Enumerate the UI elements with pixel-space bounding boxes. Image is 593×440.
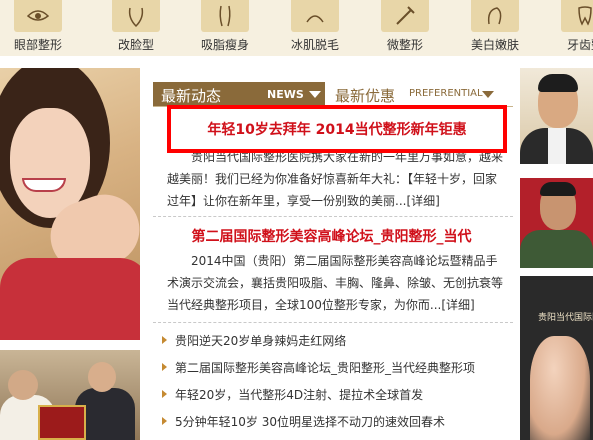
list-item[interactable]: 贵阳逆天20岁单身辣妈走红网络 bbox=[162, 332, 346, 349]
highlight-box: 年轻10岁去拜年 2014当代整形新年钜惠 bbox=[167, 105, 507, 153]
list-item-text: 第二届国际整形美容高峰论坛_贵阳整形_当代经典整形项 bbox=[175, 361, 476, 375]
chevron-down-icon bbox=[482, 91, 494, 98]
news-headline-link[interactable]: 年轻10岁去拜年 2014当代整形新年钜惠 bbox=[171, 119, 503, 139]
tab-promo-label: 最新优惠 bbox=[335, 87, 396, 105]
list-item-text: 5分钟年轻10岁 30位明星选择不动刀的速效回春术 bbox=[175, 415, 445, 429]
doctor-uniform bbox=[520, 230, 593, 268]
category-face[interactable]: 改脸型 bbox=[104, 0, 168, 56]
tooth-icon bbox=[561, 0, 593, 32]
skin-icon bbox=[471, 0, 519, 32]
category-label: 牙齿整 bbox=[566, 38, 593, 52]
photo-head-left bbox=[8, 370, 38, 400]
list-item[interactable]: 5分钟年轻10岁 30位明星选择不动刀的速效回春术 bbox=[162, 413, 445, 430]
category-label: 改脸型 bbox=[117, 38, 154, 52]
tab-news[interactable]: 最新动态 NEWS bbox=[153, 82, 325, 106]
divider bbox=[153, 322, 513, 323]
news-summary-text: 贵阳当代国际整形医院携大家在新的一年里万事如意，越来越美丽！我们已经为你准备好惊… bbox=[167, 150, 504, 208]
doctor-shirt bbox=[548, 128, 566, 164]
chevron-down-icon bbox=[309, 91, 321, 98]
eye-icon bbox=[14, 0, 62, 32]
leg-icon bbox=[291, 0, 339, 32]
category-label: 美白嫩肤 bbox=[470, 38, 519, 52]
category-micro[interactable]: 微整形 bbox=[373, 0, 437, 56]
category-nav: 眼部整形 改脸型 吸脂瘦身 冰肌脱毛 微整形 美白嫩肤 牙齿整 bbox=[0, 0, 593, 56]
injection-icon bbox=[381, 0, 429, 32]
tab-preferential[interactable]: 最新优惠 PREFERENTIAL bbox=[330, 82, 510, 106]
bullet-icon bbox=[162, 336, 167, 344]
bullet-icon bbox=[162, 417, 167, 425]
category-label: 冰肌脱毛 bbox=[290, 38, 339, 52]
bullet-icon bbox=[162, 390, 167, 398]
category-label: 微整形 bbox=[386, 38, 423, 52]
body-icon bbox=[201, 0, 249, 32]
promo-photo[interactable]: 贵阳当代国际医 bbox=[520, 276, 593, 440]
list-item-text: 贵阳逆天20岁单身辣妈走红网络 bbox=[175, 334, 347, 348]
detail-link[interactable]: [详细] bbox=[406, 194, 439, 208]
promo-photo-figure bbox=[530, 336, 590, 440]
face-icon bbox=[112, 0, 160, 32]
doctor-photo[interactable] bbox=[520, 178, 593, 268]
category-body[interactable]: 吸脂瘦身 bbox=[193, 0, 257, 56]
doctor-hair bbox=[540, 182, 576, 196]
photo-certificate bbox=[38, 405, 86, 440]
tab-news-label-en: NEWS bbox=[267, 88, 304, 101]
category-hair-removal[interactable]: 冰肌脱毛 bbox=[283, 0, 347, 56]
tab-news-label: 最新动态 bbox=[161, 87, 222, 105]
news-headline-link[interactable]: 第二届国际整形美容高峰论坛_贵阳整形_当代 bbox=[153, 226, 510, 246]
category-teeth[interactable]: 牙齿整 bbox=[553, 0, 593, 56]
list-item[interactable]: 年轻20岁，当代整形4D注射、提拉术全球首发 bbox=[162, 386, 423, 403]
list-item-text: 年轻20岁，当代整形4D注射、提拉术全球首发 bbox=[175, 388, 424, 402]
news-summary: 贵阳当代国际整形医院携大家在新的一年里万事如意，越来越美丽！我们已经为你准备好惊… bbox=[167, 146, 507, 212]
category-skin[interactable]: 美白嫩肤 bbox=[463, 0, 527, 56]
category-label: 眼部整形 bbox=[13, 38, 62, 52]
doctor-hair bbox=[538, 74, 578, 92]
news-summary: 2014中国（贵阳）第二届国际整形美容高峰论坛暨精品手术演示交流会，襄括贵阳吸脂… bbox=[167, 250, 507, 316]
photo-head-right bbox=[88, 362, 116, 392]
promo-photo-caption: 贵阳当代国际医 bbox=[538, 313, 593, 323]
divider bbox=[153, 216, 513, 217]
award-photo[interactable] bbox=[0, 350, 140, 440]
banner-dress bbox=[0, 258, 140, 340]
tab-promo-label-en: PREFERENTIAL bbox=[409, 88, 483, 99]
category-label: 吸脂瘦身 bbox=[200, 38, 249, 52]
detail-link[interactable]: [详细] bbox=[441, 298, 474, 312]
category-eye[interactable]: 眼部整形 bbox=[6, 0, 70, 56]
list-item[interactable]: 第二届国际整形美容高峰论坛_贵阳整形_当代经典整形项 bbox=[162, 359, 475, 376]
doctor-photo[interactable] bbox=[520, 68, 593, 164]
promo-banner-image[interactable] bbox=[0, 68, 140, 340]
bullet-icon bbox=[162, 363, 167, 371]
